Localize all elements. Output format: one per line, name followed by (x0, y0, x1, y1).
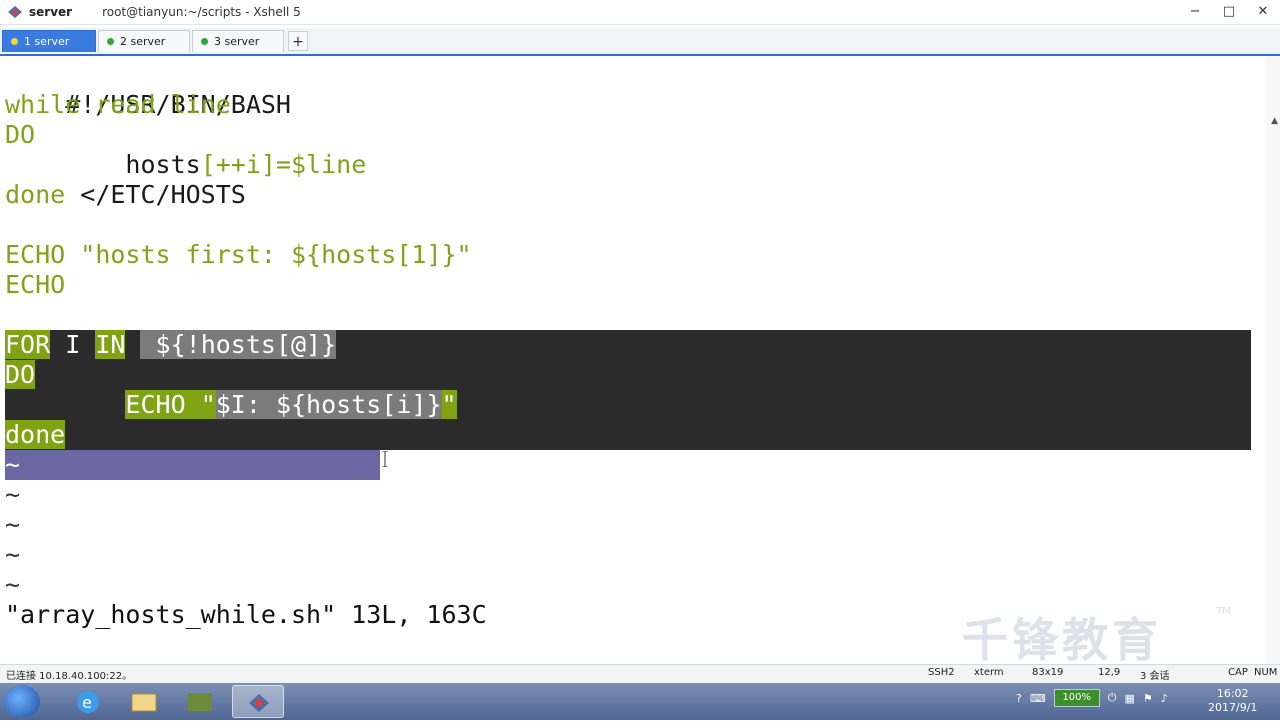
add-tab-button[interactable]: + (288, 31, 308, 51)
terminal-area[interactable]: #!/USR/BIN/BASH while read line DO hosts… (0, 56, 1280, 664)
caps-lock-indicator: CAP (1228, 667, 1248, 678)
code-line-8: ECHO (5, 270, 66, 299)
watermark-logo: 千锋教育 (962, 613, 1162, 667)
code-line-5: done </ETC/HOSTS (5, 180, 246, 209)
xshell-taskbar-icon[interactable] (232, 685, 284, 718)
code-line-3: DO (5, 120, 36, 149)
minimize-button[interactable]: − (1178, 0, 1212, 22)
vim-status-message: "array_hosts_while.sh" 13L, 163C (5, 600, 487, 629)
start-button[interactable] (4, 685, 40, 718)
connected-indicator-icon (107, 38, 114, 45)
tilde-line: ~ (5, 570, 21, 599)
help-icon[interactable]: ? (1016, 692, 1022, 705)
keyboard-icon[interactable]: ⌨ (1030, 692, 1046, 705)
tilde-line: ~ (5, 540, 21, 569)
session-count: 3 会话 (1140, 671, 1170, 682)
ie-icon[interactable]: e (62, 685, 114, 718)
num-lock-indicator: NUM (1254, 667, 1278, 678)
flag-icon[interactable]: ⚑ (1143, 692, 1153, 705)
windows-taskbar: e ? ⌨ 100% ⏻ ▦ ⚑ ♪ 16:02 2017/9/1 (0, 683, 1280, 720)
terminal-size: 83x19 (1032, 667, 1064, 678)
clock-date: 2017/9/1 (1208, 701, 1258, 714)
battery-indicator[interactable]: 100% (1053, 689, 1100, 707)
code-line-1: #!/USR/BIN/BASH (65, 90, 291, 119)
network-icon[interactable]: ▦ (1124, 692, 1134, 705)
vertical-scrollbar[interactable]: ▲ (1266, 56, 1280, 664)
system-tray: ? ⌨ 100% ⏻ ▦ ⚑ ♪ (1016, 689, 1168, 707)
file-explorer-icon[interactable] (118, 685, 170, 718)
protocol-label: SSH2 (928, 667, 955, 678)
tilde-line: ~ (5, 510, 21, 539)
code-line-7: ECHO "hosts first: ${hosts[1]}" (5, 240, 472, 269)
power-icon[interactable]: ⏻ (1108, 691, 1117, 705)
code-line-11: DO (5, 360, 36, 389)
clock[interactable]: 16:02 2017/9/1 (1208, 687, 1257, 715)
code-line-2: while read line (5, 90, 231, 119)
tab-label: 3 server (214, 35, 260, 48)
xshell-icon (8, 6, 22, 18)
title-bar: server root@tianyun:~/scripts - Xshell 5… (0, 0, 1280, 25)
cursor-line-highlight (5, 450, 380, 480)
code-line-4: hosts[++i]=$line (125, 150, 367, 179)
code-line-12: ECHO "$I: ${hosts[i]}" (125, 390, 457, 419)
window-title: root@tianyun:~/scripts - Xshell 5 (102, 5, 301, 19)
tilde-line: ~ (5, 450, 21, 479)
terminal-type: xterm (974, 667, 1004, 678)
tab-label: 2 server (120, 35, 166, 48)
watermark-tm: TM (1216, 606, 1231, 617)
tab-session-3[interactable]: 3 server (192, 30, 284, 52)
volume-icon[interactable]: ♪ (1161, 692, 1168, 705)
clock-time: 16:02 (1216, 687, 1249, 700)
cursor-position: 12,9 (1098, 667, 1121, 678)
connection-status: 已连接 10.18.40.100:22。 (6, 671, 133, 682)
connected-indicator-icon (11, 38, 18, 45)
code-line-10: FOR I IN ${!hosts[@]} (5, 330, 337, 359)
status-bar: 已连接 10.18.40.100:22。 SSH2 xterm 83x19 12… (0, 664, 1280, 683)
tilde-line: ~ (5, 480, 21, 509)
code-line-13: done (5, 420, 66, 449)
tab-session-1[interactable]: 1 server (2, 30, 96, 52)
tab-label: 1 server (24, 35, 70, 48)
scroll-up-icon[interactable]: ▲ (1271, 116, 1278, 126)
close-button[interactable]: ✕ (1246, 0, 1280, 22)
text-cursor-icon (382, 451, 388, 467)
maximize-button[interactable]: □ (1212, 0, 1246, 22)
media-app-icon[interactable] (174, 685, 226, 718)
tab-session-2[interactable]: 2 server (98, 30, 190, 52)
connected-indicator-icon (201, 38, 208, 45)
session-tab-bar: 1 server 2 server 3 server + (0, 28, 1280, 56)
app-name: server (29, 5, 73, 19)
svg-text:e: e (82, 693, 92, 712)
